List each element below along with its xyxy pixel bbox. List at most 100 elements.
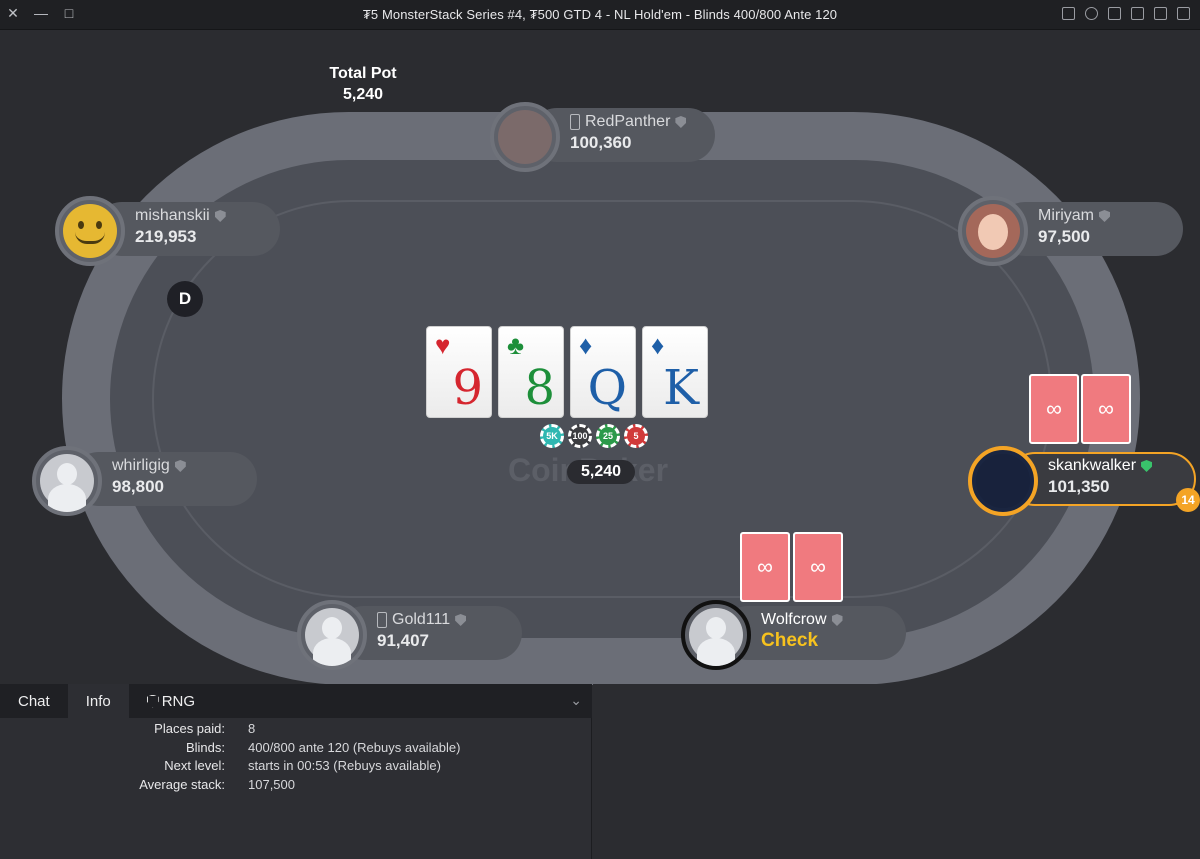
grid-icon[interactable] — [1131, 7, 1144, 20]
seat-miriyam[interactable]: Miriyam 97,500 — [958, 196, 1183, 266]
dealer-button: D — [167, 281, 203, 317]
board-card: ♥ 9 — [426, 326, 492, 418]
hole-card-back: ∞ — [1029, 374, 1079, 444]
player-name: Gold111 — [377, 611, 467, 629]
phone-icon — [570, 114, 580, 130]
player-stack: 97,500 — [1038, 227, 1090, 246]
pot-chips: 5K 100 25 5 — [540, 424, 648, 448]
empty-panel — [593, 684, 1200, 859]
player-stack: 91,407 — [377, 631, 429, 650]
tab-rng-label: RNG — [161, 692, 196, 710]
window-controls: ✕ — □ — [6, 6, 76, 20]
info-row: Blinds: 400/800 ante 120 (Rebuys availab… — [0, 739, 461, 758]
seat-skankwalker[interactable]: skankwalker 101,350 — [968, 446, 1196, 516]
info-value: 107,500 — [248, 776, 295, 792]
hole-card-back: ∞ — [793, 532, 843, 602]
player-name: RedPanther — [570, 113, 687, 131]
info-key: Places paid: — [154, 721, 225, 736]
info-key: Next level: — [164, 758, 225, 773]
player-name: whirligig — [112, 457, 186, 475]
shield-icon — [675, 116, 687, 128]
board-card: ♣ 8 — [498, 326, 564, 418]
community-cards: ♥ 9 ♣ 8 ♦ Q ♦ K — [426, 326, 708, 418]
info-panel: Chat Info RNG ⌄ Places paid: 8 Blinds: 4… — [0, 684, 592, 859]
info-key: Average stack: — [139, 776, 225, 792]
card-suit: ♥ — [435, 330, 451, 360]
avatar — [681, 600, 751, 670]
total-pot-value: 5,240 — [342, 86, 384, 103]
phone-icon — [377, 612, 387, 628]
pot-amount: 5,240 — [567, 460, 635, 484]
total-pot-label: Total Pot — [329, 65, 397, 82]
info-key: Blinds: — [185, 739, 225, 755]
share-icon[interactable] — [1108, 7, 1121, 20]
avatar — [968, 446, 1038, 516]
card-rank: Q — [587, 360, 627, 416]
minimize-icon[interactable]: — — [34, 6, 48, 20]
timer-badge: 14 — [1176, 488, 1200, 512]
info-value: 400/800 ante 120 (Rebuys available) — [248, 739, 461, 755]
info-row: Places paid: 8 — [0, 720, 460, 739]
toolbar-icons — [1062, 7, 1190, 20]
seat-whirligig[interactable]: whirligig 98,800 — [32, 446, 257, 516]
history-icon[interactable] — [1085, 7, 1098, 20]
close-icon[interactable]: ✕ — [6, 6, 20, 20]
info-icon[interactable] — [1062, 7, 1075, 20]
board-card: ♦ K — [642, 326, 708, 418]
shield-icon — [455, 614, 467, 626]
chip-100: 100 — [568, 424, 592, 448]
info-row: Next level: starts in 00:53 (Rebuys avai… — [0, 757, 460, 776]
panel-tabs: Chat Info RNG ⌄ — [0, 684, 592, 718]
player-stack: 101,350 — [1048, 477, 1110, 496]
hole-card-back: ∞ — [740, 532, 790, 602]
shield-icon — [214, 210, 226, 222]
shield-icon — [831, 614, 843, 626]
info-value: starts in 00:53 (Rebuys available) — [248, 758, 441, 773]
seat-mishanskii[interactable]: mishanskii 219,953 — [55, 196, 280, 266]
total-pot: Total Pot 5,240 — [300, 63, 426, 105]
avatar — [32, 446, 102, 516]
avatar — [55, 196, 125, 266]
title-bar: ✕ — □ ₮5 MonsterStack Series #4, ₮500 GT… — [0, 0, 1200, 30]
maximize-icon[interactable]: □ — [62, 6, 76, 20]
shield-icon — [1099, 210, 1110, 222]
player-stack: 219,953 — [135, 227, 197, 246]
info-row: Average stack: 107,500 — [0, 776, 460, 795]
seat-wolfcrow[interactable]: Wolfcrow Check — [681, 600, 906, 670]
player-action: Check — [761, 630, 819, 651]
avatar — [490, 102, 560, 172]
info-rows: Places paid: 8 Blinds: 400/800 ante 120 … — [0, 720, 460, 794]
shield-icon — [174, 460, 186, 472]
chip-5k: 5K — [540, 424, 564, 448]
shield-icon — [1141, 460, 1153, 472]
card-rank: 8 — [524, 360, 555, 416]
player-name: Miriyam — [1038, 207, 1110, 225]
card-rank: 9 — [452, 360, 483, 416]
tab-info[interactable]: Info — [67, 684, 129, 718]
shield-icon — [146, 694, 159, 708]
window-title: ₮5 MonsterStack Series #4, ₮500 GTD 4 - … — [362, 7, 838, 22]
seat-gold111[interactable]: Gold111 91,407 — [297, 600, 522, 670]
player-stack: 100,360 — [570, 133, 632, 152]
info-value: 8 — [248, 721, 256, 736]
card-suit: ♣ — [507, 330, 525, 360]
player-name: skankwalker — [1048, 457, 1153, 475]
card-rank: K — [663, 360, 699, 416]
card-suit: ♦ — [579, 330, 593, 360]
avatar — [958, 196, 1028, 266]
chip-5: 5 — [624, 424, 648, 448]
seat-redpanther[interactable]: RedPanther 100,360 — [490, 102, 715, 172]
chevron-down-icon[interactable]: ⌄ — [570, 692, 582, 709]
player-name: Wolfcrow — [761, 611, 843, 629]
tile-icon[interactable] — [1154, 7, 1167, 20]
board-card: ♦ Q — [570, 326, 636, 418]
player-name: mishanskii — [135, 207, 226, 225]
tab-chat[interactable]: Chat — [0, 684, 68, 718]
popout-icon[interactable] — [1177, 7, 1190, 20]
chip-25: 25 — [596, 424, 620, 448]
avatar — [297, 600, 367, 670]
card-suit: ♦ — [651, 330, 665, 360]
hole-card-back: ∞ — [1081, 374, 1131, 444]
player-stack: 98,800 — [112, 477, 164, 496]
tab-rng[interactable]: RNG — [129, 684, 213, 718]
